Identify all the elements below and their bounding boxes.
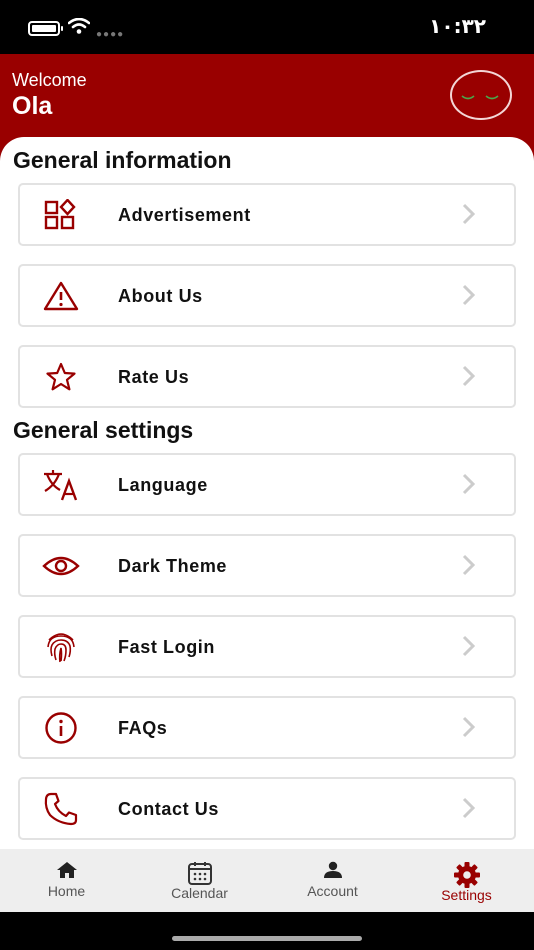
tab-settings[interactable]: Settings — [400, 849, 533, 912]
chevron-right-icon — [462, 716, 476, 738]
person-icon — [323, 861, 342, 878]
menu-item-label: Language — [118, 475, 208, 495]
tab-calendar[interactable]: Calendar — [133, 849, 266, 912]
gear-icon — [453, 862, 480, 888]
section-title-general-information: General information — [13, 147, 232, 173]
home-indicator-area — [0, 912, 534, 950]
bottom-tab-bar: Home Calendar Account Settings — [0, 849, 534, 912]
star-icon — [42, 359, 80, 395]
fingerprint-icon — [42, 629, 80, 665]
status-bar: ●●●● ١٠:٣٢ — [0, 0, 534, 54]
phone-icon — [42, 791, 80, 827]
wifi-icon — [68, 18, 90, 34]
chevron-right-icon — [462, 797, 476, 819]
calendar-icon — [187, 862, 212, 885]
menu-item-contact-us[interactable]: Contact Us — [18, 777, 516, 840]
menu-item-language[interactable]: Language — [18, 453, 516, 516]
section-title-general-settings: General settings — [13, 417, 194, 443]
widgets-icon — [42, 197, 80, 233]
menu-item-rate-us[interactable]: Rate Us — [18, 345, 516, 408]
tab-account[interactable]: Account — [266, 849, 399, 912]
menu-item-fast-login[interactable]: Fast Login — [18, 615, 516, 678]
home-icon — [56, 862, 77, 878]
tab-label: Account — [307, 883, 358, 899]
menu-item-label: Advertisement — [118, 205, 251, 225]
menu-item-about-us[interactable]: About Us — [18, 264, 516, 327]
menu-item-dark-theme[interactable]: Dark Theme — [18, 534, 516, 597]
info-icon — [42, 710, 80, 746]
avatar[interactable] — [450, 70, 512, 120]
menu-item-label: FAQs — [118, 718, 168, 738]
chevron-right-icon — [462, 365, 476, 387]
chevron-right-icon — [462, 473, 476, 495]
translate-icon — [42, 467, 80, 503]
battery-icon — [28, 21, 63, 36]
tab-label: Settings — [441, 887, 492, 903]
status-time: ١٠:٣٢ — [429, 14, 486, 38]
menu-item-label: About Us — [118, 286, 203, 306]
welcome-text: Welcome — [12, 70, 87, 90]
menu-item-label: Fast Login — [118, 637, 215, 657]
settings-content[interactable]: General information Advertisement About … — [0, 137, 534, 849]
menu-item-advertisement[interactable]: Advertisement — [18, 183, 516, 246]
chevron-right-icon — [462, 554, 476, 576]
menu-item-faqs[interactable]: FAQs — [18, 696, 516, 759]
tab-label: Home — [47, 883, 86, 899]
tab-home[interactable]: Home — [0, 849, 133, 912]
menu-item-label: Rate Us — [118, 367, 190, 387]
warning-icon — [42, 278, 80, 314]
chevron-right-icon — [462, 635, 476, 657]
signal-icon: ●●●● — [96, 29, 125, 40]
menu-item-label: Dark Theme — [118, 556, 228, 576]
home-indicator[interactable] — [172, 936, 362, 941]
eye-icon — [42, 548, 80, 584]
smile-eyes-icon — [461, 95, 499, 100]
chevron-right-icon — [462, 284, 476, 306]
tab-label: Calendar — [171, 885, 228, 901]
chevron-right-icon — [462, 203, 476, 225]
user-name: Ola — [12, 92, 53, 120]
menu-item-label: Contact Us — [118, 799, 220, 819]
